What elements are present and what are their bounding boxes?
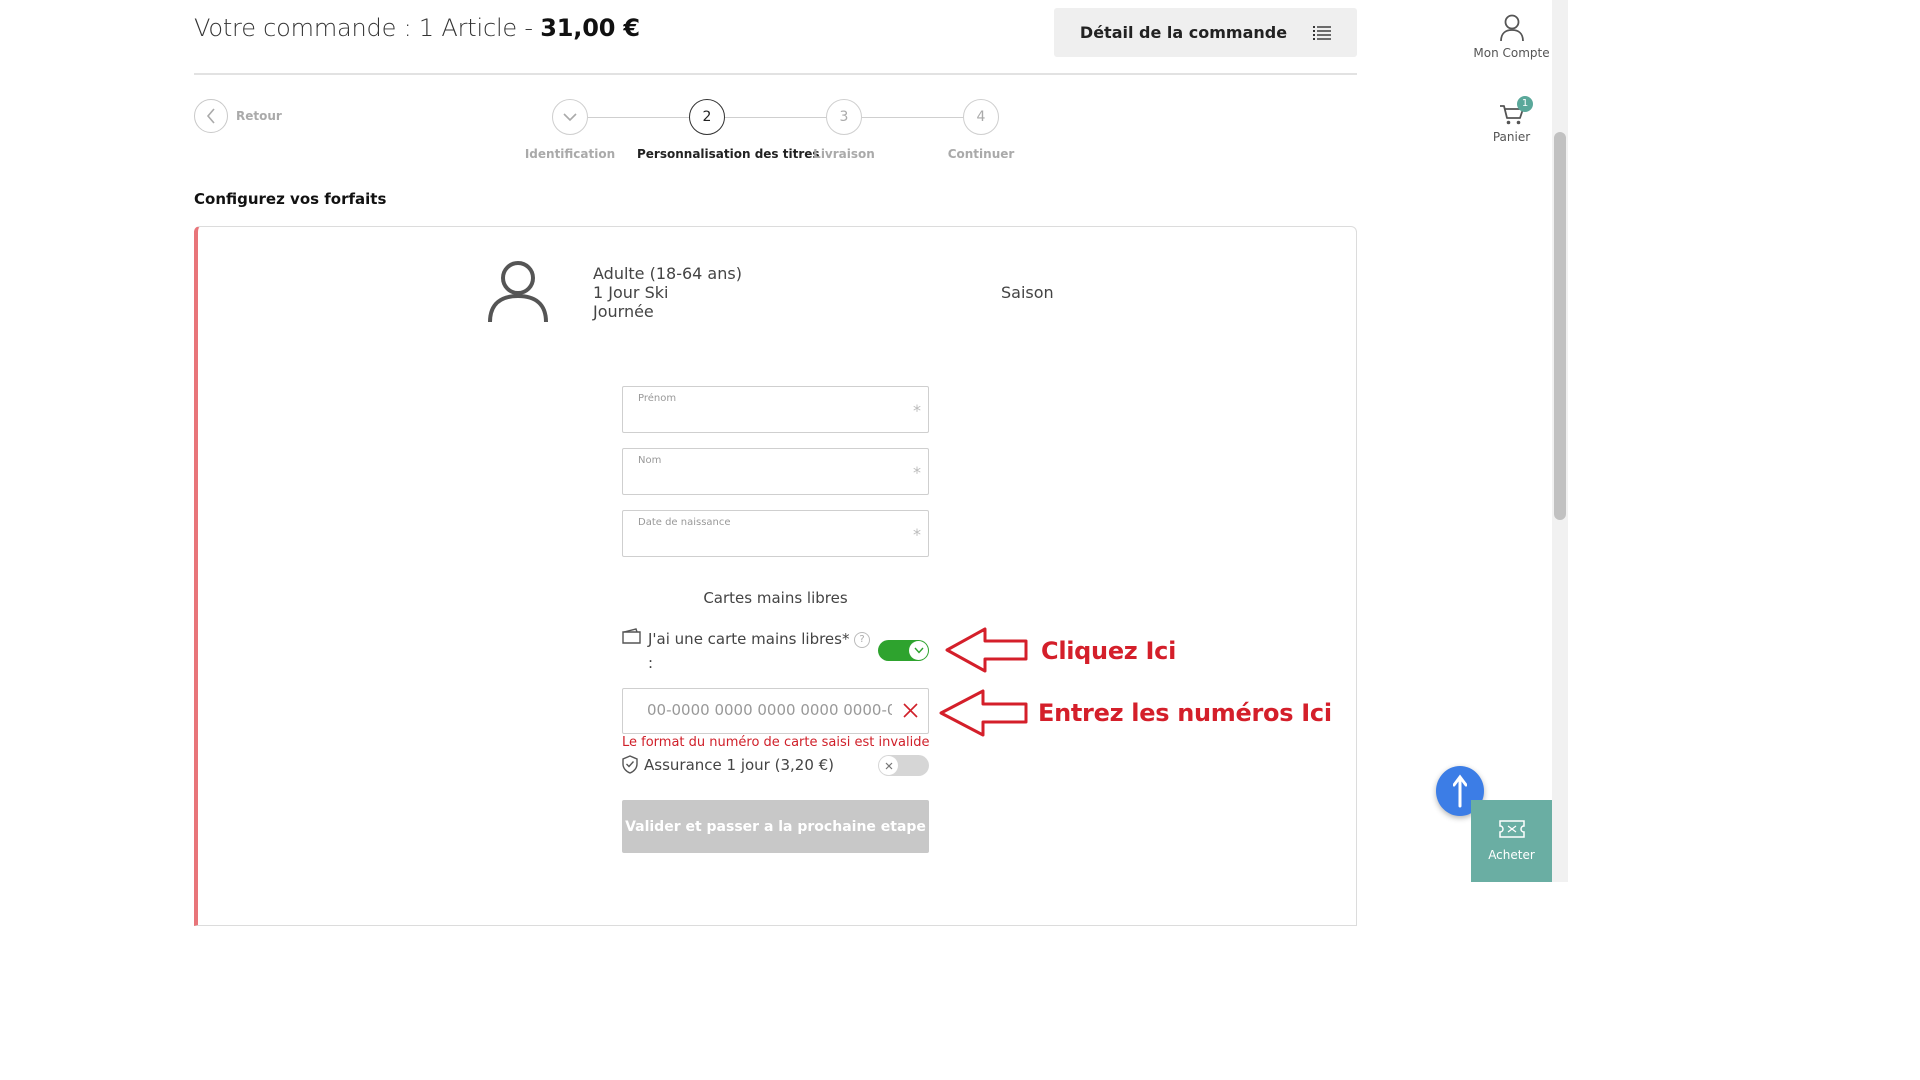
birthdate-input[interactable] (638, 534, 898, 550)
card-error-message: Le format du numéro de carte saisi est i… (622, 735, 930, 750)
order-summary-prefix: Votre commande : 1 Article - (194, 14, 541, 42)
cart-button[interactable]: Panier (1471, 104, 1552, 144)
order-summary-title: Votre commande : 1 Article - 31,00 € (194, 14, 640, 42)
annotation-click-here: Cliquez Ici (1041, 637, 1177, 665)
account-button[interactable]: Mon Compte (1471, 14, 1552, 60)
back-button[interactable]: Retour (194, 99, 282, 133)
last-name-label: Nom (638, 455, 662, 466)
check-chevron-icon (563, 112, 577, 121)
hands-free-cards-title: Cartes mains libres (703, 589, 848, 607)
last-name-input[interactable] (638, 472, 898, 488)
cart-count-badge: 1 (1517, 96, 1533, 112)
insurance-row: Assurance 1 jour (3,20 €) (622, 755, 834, 774)
account-label: Mon Compte (1473, 46, 1550, 60)
list-icon (1313, 25, 1332, 40)
annotation-enter-numbers: Entrez les numéros Ici (1038, 699, 1332, 727)
required-marker: * (913, 401, 921, 420)
submit-next-step-button[interactable]: Valider et passer a la prochaine etape (622, 800, 929, 853)
pass-duration: Journée (593, 302, 654, 321)
has-card-colon: : (648, 654, 654, 672)
wallet-icon (622, 628, 641, 644)
card-number-input[interactable] (647, 701, 892, 719)
user-icon (1499, 14, 1524, 42)
back-label: Retour (236, 109, 282, 123)
first-name-label: Prénom (638, 393, 677, 404)
buy-label: Acheter (1488, 848, 1535, 862)
step-label: Personnalisation des titres (637, 147, 820, 161)
pass-season: Saison (1001, 283, 1054, 302)
scrollbar[interactable] (1552, 0, 1568, 882)
toggle-knob (879, 756, 898, 775)
birthdate-field[interactable]: Date de naissance * (622, 510, 929, 557)
step-continuer: 4 Continuer (911, 99, 1051, 161)
step-circle (552, 99, 588, 135)
step-circle: 4 (963, 99, 999, 135)
shield-check-icon (622, 755, 638, 774)
pass-info: Adulte (18-64 ans) 1 Jour Ski Journée (593, 264, 742, 321)
order-total: 31,00 € (540, 14, 640, 42)
order-detail-label: Détail de la commande (1079, 23, 1288, 42)
pass-category: Adulte (18-64 ans) (593, 264, 742, 283)
order-detail-button[interactable]: Détail de la commande (1054, 8, 1357, 57)
clear-x-icon[interactable] (902, 702, 919, 719)
check-chevron-icon (913, 647, 924, 654)
header-divider (194, 73, 1357, 75)
close-icon (885, 762, 892, 769)
back-circle (194, 99, 228, 133)
person-icon (488, 261, 548, 323)
step-identification[interactable]: Identification (500, 99, 640, 161)
pass-product: 1 Jour Ski (593, 283, 669, 302)
insurance-toggle[interactable] (878, 755, 929, 776)
arrow-left-icon (939, 689, 1028, 737)
right-rail: Mon Compte Panier 1 (1471, 0, 1552, 882)
required-marker: * (913, 463, 921, 482)
step-livraison: 3 Livraison (774, 99, 914, 161)
birthdate-label: Date de naissance (638, 517, 731, 528)
has-card-label-wrap: J'ai une carte mains libres* : (648, 627, 853, 675)
buy-button[interactable]: Acheter (1471, 800, 1552, 882)
has-card-toggle[interactable] (878, 640, 929, 661)
has-card-label: J'ai une carte mains libres* (648, 630, 850, 648)
scrollbar-thumb[interactable] (1554, 132, 1566, 520)
arrow-up-icon (1453, 774, 1467, 808)
step-label: Identification (524, 147, 616, 161)
first-name-field[interactable]: Prénom * (622, 386, 929, 433)
card-number-field[interactable] (622, 688, 929, 734)
section-title: Configurez vos forfaits (194, 190, 387, 208)
step-label: Continuer (947, 147, 1015, 161)
insurance-label: Assurance 1 jour (3,20 €) (644, 755, 835, 774)
help-icon[interactable]: ? (854, 632, 870, 648)
cart-label: Panier (1492, 130, 1531, 144)
arrow-left-icon (945, 627, 1028, 673)
ticket-icon (1498, 820, 1525, 838)
first-name-input[interactable] (638, 410, 898, 426)
required-marker: * (913, 525, 921, 544)
toggle-knob (909, 641, 928, 660)
step-personnalisation: 2 Personnalisation des titres (637, 99, 820, 161)
step-circle: 2 (689, 99, 725, 135)
step-circle: 3 (826, 99, 862, 135)
step-label: Livraison (813, 147, 875, 161)
last-name-field[interactable]: Nom * (622, 448, 929, 495)
chevron-left-icon (206, 108, 215, 124)
